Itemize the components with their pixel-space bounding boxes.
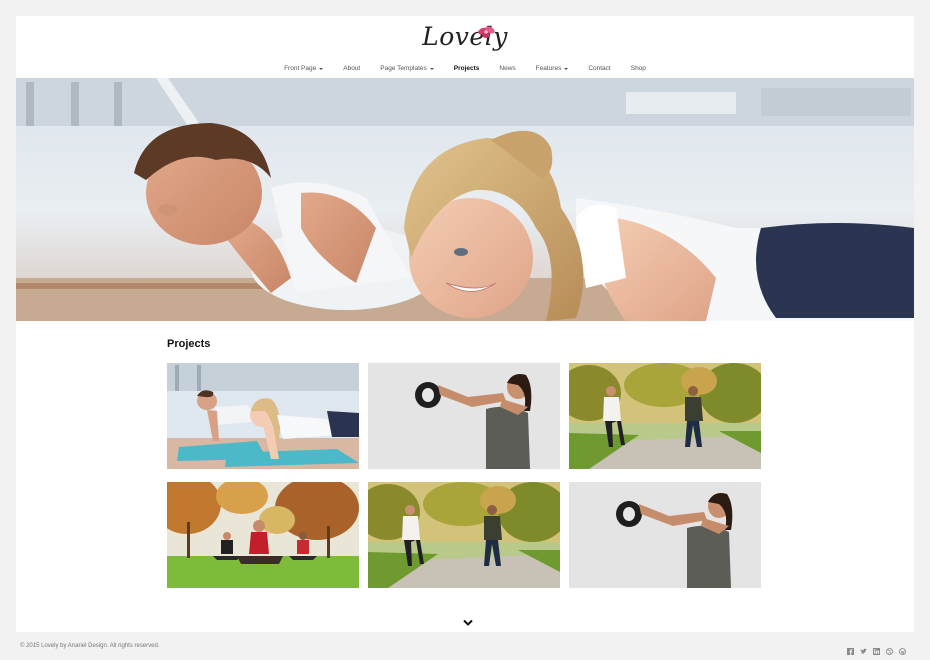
site-footer: © 2015 Lovely by Anariel Design. All rig… <box>0 632 930 660</box>
copyright-text: © 2015 Lovely by Anariel Design. All rig… <box>20 643 160 649</box>
project-thumbnail[interactable] <box>167 482 359 588</box>
nav-item-projects[interactable]: Projects <box>444 65 490 72</box>
caret-down-icon <box>319 67 324 70</box>
twitter-icon[interactable] <box>860 642 867 654</box>
nav-label: Projects <box>453 65 480 72</box>
nav-item-page-templates[interactable]: Page Templates <box>370 65 444 72</box>
site-logo[interactable]: Lovely <box>16 22 914 51</box>
project-thumbnail[interactable] <box>368 482 560 588</box>
nav-item-shop[interactable]: Shop <box>621 65 656 72</box>
social-links <box>847 642 906 655</box>
nav-label: Shop <box>630 65 646 72</box>
project-thumbnail[interactable] <box>167 363 359 469</box>
nav-label: Contact <box>588 65 611 72</box>
wordpress-icon[interactable] <box>899 642 906 655</box>
nav-item-news[interactable]: News <box>489 65 525 72</box>
facebook-icon[interactable] <box>847 642 854 655</box>
pushups-photo-icon <box>167 363 359 469</box>
nav-item-front-page[interactable]: Front Page <box>274 65 333 72</box>
site-header: Lovely Front Page About Page Templates P… <box>16 16 914 78</box>
linkedin-icon[interactable] <box>873 642 880 655</box>
page-card: Lovely Front Page About Page Templates P… <box>16 16 914 632</box>
caret-down-icon <box>429 67 434 70</box>
flower-icon <box>478 26 495 38</box>
nav-item-about[interactable]: About <box>333 65 370 72</box>
running-park-photo-icon <box>569 363 761 469</box>
dribbble-icon[interactable] <box>886 642 893 655</box>
project-thumbnail[interactable] <box>569 363 761 469</box>
project-thumbnail[interactable] <box>569 482 761 588</box>
nav-label: Page Templates <box>380 65 427 72</box>
nav-item-contact[interactable]: Contact <box>578 65 620 72</box>
project-thumbnail[interactable] <box>368 363 560 469</box>
section-title: Projects <box>167 338 211 350</box>
nav-label: Features <box>535 65 562 72</box>
kettlebell-photo-icon <box>569 482 761 588</box>
nav-label: Front Page <box>284 65 317 72</box>
running-park-photo-icon <box>368 482 560 588</box>
kettlebell-photo-icon <box>368 363 560 469</box>
nav-item-features[interactable]: Features <box>526 65 579 72</box>
main-navigation: Front Page About Page Templates Projects… <box>16 65 914 72</box>
hero-image <box>16 78 914 321</box>
caret-down-icon <box>564 67 569 70</box>
yoga-park-photo-icon <box>167 482 359 588</box>
chevron-down-icon[interactable] <box>463 619 473 627</box>
nav-label: News <box>499 65 516 72</box>
nav-label: About <box>343 65 361 72</box>
